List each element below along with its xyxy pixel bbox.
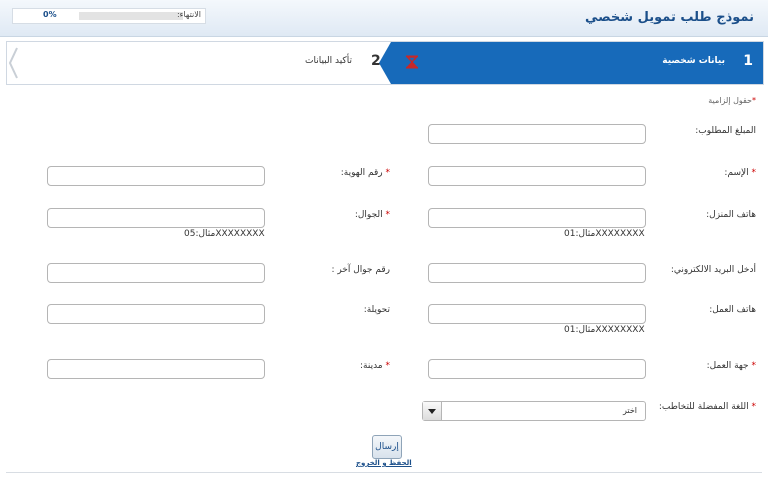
name-input[interactable]	[428, 166, 646, 186]
city-star: *	[385, 361, 391, 371]
step-1[interactable]: 1 بيانات شخصية	[379, 42, 763, 84]
language-label-text: اللغة المفضلة للتخاطب:	[658, 402, 749, 412]
step-2-number: 2	[371, 53, 381, 69]
extension-label: تحويلة:	[364, 305, 390, 315]
mobile-star: *	[385, 210, 391, 220]
save-and-exit-link[interactable]: الحفظ و الخروج	[356, 459, 412, 467]
step-1-label: بيانات شخصية	[662, 56, 725, 66]
amount-label: المبلغ المطلوب:	[695, 126, 756, 136]
hourglass-icon	[405, 55, 419, 69]
id-number-star: *	[385, 168, 391, 178]
home-phone-hint: مثال:01XXXXXXXX	[564, 229, 645, 239]
employer-star: *	[751, 361, 757, 371]
required-fields-note: *حقول إلزامية	[708, 96, 756, 105]
amount-input[interactable]	[428, 124, 646, 144]
work-phone-hint: مثال:01XXXXXXXX	[564, 325, 645, 335]
progress-track	[79, 12, 183, 20]
employer-label-text: جهة العمل:	[706, 361, 749, 371]
step-1-number: 1	[743, 53, 753, 69]
chevron-left-icon[interactable]	[7, 46, 19, 80]
other-mobile-input[interactable]	[47, 263, 265, 283]
language-label: * اللغة المفضلة للتخاطب:	[659, 402, 756, 412]
other-mobile-label-text: رقم جوال آخر :	[331, 265, 390, 275]
name-label: * الإسم:	[724, 168, 756, 178]
id-number-label: * رقم الهوية:	[341, 168, 390, 178]
progress-label: الانتهاء:	[176, 10, 201, 19]
page-title: نموذج طلب تمويل شخصي	[584, 10, 754, 25]
city-input[interactable]	[47, 359, 265, 379]
step-1-arrow	[379, 42, 391, 84]
email-label: أدخل البريد الالكتروني:	[671, 265, 756, 275]
header-bar: نموذج طلب تمويل شخصي 0% الانتهاء:	[0, 0, 768, 37]
mobile-label: * الجوال:	[355, 210, 390, 220]
email-input[interactable]	[428, 263, 646, 283]
wizard-steps: 1 بيانات شخصية 2 تأكيد البيانات	[6, 41, 764, 85]
mobile-label-text: الجوال:	[354, 210, 383, 220]
home-phone-label: هاتف المنزل:	[706, 210, 756, 220]
step-2-label[interactable]: تأكيد البيانات	[305, 56, 352, 66]
work-phone-label: هاتف العمل:	[709, 305, 756, 315]
employer-label: * جهة العمل:	[707, 361, 756, 371]
required-star: *	[752, 96, 756, 105]
triangle-down-icon[interactable]	[423, 402, 442, 420]
language-select-value: اختر	[623, 406, 637, 415]
employer-input[interactable]	[428, 359, 646, 379]
city-label: * مدينة:	[360, 361, 390, 371]
required-note-text: حقول إلزامية	[708, 96, 752, 105]
progress-indicator: 0% الانتهاء:	[12, 8, 206, 24]
amount-label-text: المبلغ المطلوب:	[695, 126, 756, 136]
other-mobile-label: رقم جوال آخر :	[331, 265, 390, 275]
id-number-input[interactable]	[47, 166, 265, 186]
mobile-input[interactable]	[47, 208, 265, 228]
city-label-text: مدينة:	[360, 361, 383, 371]
submit-button[interactable]: إرسال	[372, 435, 402, 459]
footer-divider	[6, 472, 762, 473]
id-number-label-text: رقم الهوية:	[340, 168, 383, 178]
name-star: *	[751, 168, 757, 178]
home-phone-label-text: هاتف المنزل:	[706, 210, 756, 220]
name-label-text: الإسم:	[724, 168, 749, 178]
language-select[interactable]: اختر	[422, 401, 646, 421]
language-star: *	[751, 402, 757, 412]
extension-input[interactable]	[47, 304, 265, 324]
home-phone-input[interactable]	[428, 208, 646, 228]
work-phone-input[interactable]	[428, 304, 646, 324]
progress-percent: 0%	[43, 10, 57, 19]
work-phone-label-text: هاتف العمل:	[709, 305, 756, 315]
extension-label-text: تحويلة:	[363, 305, 390, 315]
mobile-hint: مثال:05XXXXXXXX	[184, 229, 265, 239]
email-label-text: أدخل البريد الالكتروني:	[670, 265, 756, 275]
